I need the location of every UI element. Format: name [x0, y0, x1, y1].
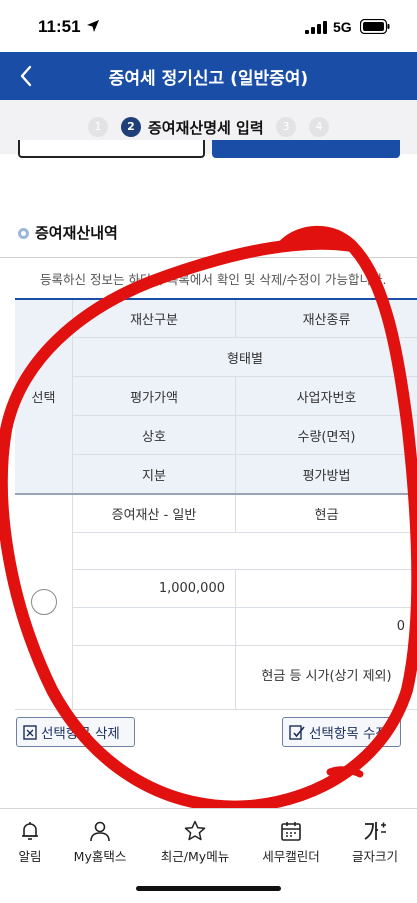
page-title: 증여세 정기신고 (일반증여): [108, 69, 309, 89]
nav-label-font-size: 글자크기: [351, 849, 398, 864]
header-trade-name: 상호: [73, 416, 236, 455]
app-header: 증여세 정기신고 (일반증여): [0, 52, 417, 100]
step-3: 3: [276, 117, 296, 137]
step-2-active: 2: [121, 117, 141, 137]
cell-quantity: 0: [236, 608, 417, 646]
header-appraisal-method: 평가방법: [236, 455, 417, 494]
cell-form: [73, 533, 417, 570]
network-type: 5G: [333, 19, 352, 35]
font-size-icon: [364, 822, 386, 840]
nav-label-my-hometax: My홈택스: [73, 849, 127, 864]
cell-appraised-value: 1,000,000: [73, 570, 236, 608]
add-button-partial[interactable]: [212, 140, 400, 158]
step-4: 4: [309, 117, 329, 137]
bottom-nav: 알림 My홈택스 최근/My메뉴 세무캘린더 글자크기: [0, 808, 417, 878]
cell-share: [73, 646, 236, 710]
gift-asset-table: 선택 재산구분 재산종류 형태별 평가가액 사업자번호 상호 수량(면적) 지분…: [15, 298, 417, 710]
cell-appraisal-method: 현금 등 시가(상기 제외): [236, 646, 417, 710]
status-time: 11:51: [38, 17, 81, 36]
status-bar: 11:51 5G: [0, 0, 417, 54]
cell-asset-type: 현금: [236, 495, 417, 533]
cell-asset-class: 증여재산 - 일반: [73, 495, 236, 533]
cell-business-number: [236, 570, 417, 608]
previous-button-partial[interactable]: [18, 140, 205, 158]
section-title: 증여재산내역: [18, 222, 118, 243]
edit-icon: [289, 725, 305, 740]
notice-text: 등록하신 정보는 하단의 목록에서 확인 및 삭제/수정이 가능합니다.: [40, 272, 387, 287]
star-icon: [184, 820, 206, 841]
calendar-icon: [281, 822, 301, 841]
delete-icon: [23, 725, 37, 740]
header-asset-class: 재산구분: [73, 300, 236, 338]
edit-selected-label: 선택항목 수정: [309, 726, 388, 742]
row-select-radio[interactable]: [30, 589, 57, 615]
location-arrow-icon: [87, 20, 99, 32]
header-asset-type: 재산종류: [236, 300, 417, 338]
section-title-text: 증여재산내역: [35, 224, 118, 242]
battery-icon: [360, 19, 390, 34]
header-quantity: 수량(면적): [236, 416, 417, 455]
home-indicator: [136, 886, 281, 891]
nav-my-hometax[interactable]: My홈택스: [60, 819, 140, 865]
cell-trade-name: [73, 608, 236, 646]
edit-selected-button[interactable]: 선택항목 수정: [282, 717, 401, 747]
nav-label-tax-calendar: 세무캘린더: [262, 849, 320, 864]
header-appraised-value: 평가가액: [73, 377, 236, 416]
step-1: 1: [88, 117, 108, 137]
divider: [0, 257, 417, 258]
signal-icon: [305, 21, 327, 34]
person-icon: [90, 821, 110, 842]
header-business-number: 사업자번호: [236, 377, 417, 416]
select-cell: [15, 495, 73, 710]
step-active-label: 증여재산명세 입력: [148, 119, 264, 137]
bell-icon: [22, 822, 38, 840]
header-form: 형태별: [73, 338, 417, 377]
delete-selected-button[interactable]: 선택항목 삭제: [16, 717, 135, 747]
nav-font-size[interactable]: 글자크기: [335, 819, 415, 865]
delete-selected-label: 선택항목 삭제: [41, 726, 120, 742]
nav-tax-calendar[interactable]: 세무캘린더: [251, 819, 331, 865]
nav-label-recent-menu: 최근/My메뉴: [160, 849, 230, 864]
nav-recent-menu[interactable]: 최근/My메뉴: [155, 819, 235, 865]
select-column-header: 선택: [15, 300, 73, 494]
header-share: 지분: [73, 455, 236, 494]
bullet-icon: [18, 228, 29, 239]
